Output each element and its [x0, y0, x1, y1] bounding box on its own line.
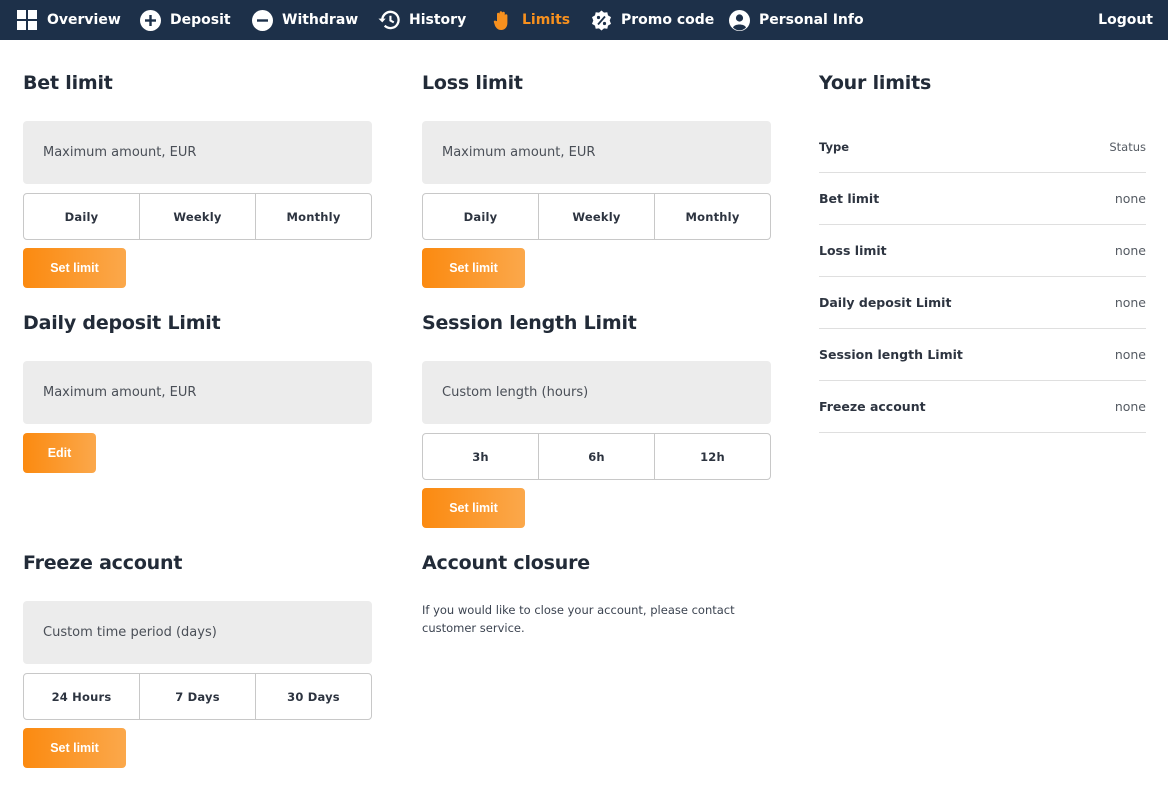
limits-table-row: Daily deposit Limit none [819, 277, 1146, 329]
nav-item-deposit[interactable]: Deposit [139, 0, 231, 40]
limits-table-row: Loss limit none [819, 225, 1146, 277]
deposit-limit-edit-button[interactable]: Edit [23, 433, 96, 473]
nav-item-limits[interactable]: Limits [491, 0, 570, 40]
nav-label: Withdraw [282, 12, 359, 28]
hand-icon [491, 9, 513, 31]
bet-limit-daily-option[interactable]: Daily [24, 194, 140, 239]
session-length-selector: 3h 6h 12h [422, 433, 771, 480]
limits-table-row: Bet limit none [819, 173, 1146, 225]
session-length-input[interactable] [422, 361, 771, 424]
session-limit-set-button[interactable]: Set limit [422, 488, 525, 528]
freeze-account-title: Freeze account [23, 552, 183, 574]
bet-limit-set-button[interactable]: Set limit [23, 248, 126, 288]
nav-label: Overview [47, 12, 121, 28]
freeze-set-button[interactable]: Set limit [23, 728, 126, 768]
nav-label: Deposit [170, 12, 231, 28]
limit-type: Daily deposit Limit [819, 295, 952, 310]
bet-limit-weekly-option[interactable]: Weekly [140, 194, 256, 239]
bet-limit-period-selector: Daily Weekly Monthly [23, 193, 372, 240]
limit-status: none [1114, 399, 1146, 414]
status-column-header: Status [1109, 139, 1146, 154]
plus-circle-icon [139, 9, 161, 31]
limit-type: Loss limit [819, 243, 887, 258]
freeze-period-selector: 24 Hours 7 Days 30 Days [23, 673, 372, 720]
type-column-header: Type [819, 139, 850, 154]
nav-item-overview[interactable]: Overview [16, 0, 121, 40]
limit-type: Freeze account [819, 399, 926, 414]
bet-limit-amount-input[interactable] [23, 121, 372, 184]
nav-label: Limits [522, 12, 571, 28]
loss-limit-title: Loss limit [422, 72, 523, 94]
your-limits-title: Your limits [819, 72, 932, 94]
session-6h-option[interactable]: 6h [539, 434, 655, 479]
loss-limit-monthly-option[interactable]: Monthly [655, 194, 770, 239]
loss-limit-set-button[interactable]: Set limit [422, 248, 525, 288]
promo-badge-icon [590, 9, 612, 31]
limit-status: none [1114, 191, 1146, 206]
nav-item-history[interactable]: History [378, 0, 466, 40]
freeze-days-input[interactable] [23, 601, 372, 664]
freeze-7-days-option[interactable]: 7 Days [140, 674, 256, 719]
nav-label: History [409, 12, 467, 28]
limits-table-row: Session length Limit none [819, 329, 1146, 381]
limit-status: none [1114, 347, 1146, 362]
top-nav: Overview Deposit Withdraw History Limits… [0, 0, 1168, 40]
limit-type: Session length Limit [819, 347, 963, 362]
limit-status: none [1114, 295, 1146, 310]
limits-table-header: Type Status [819, 121, 1146, 173]
minus-circle-icon [251, 9, 273, 31]
nav-item-personal-info[interactable]: Personal Info [728, 0, 864, 40]
limit-type: Bet limit [819, 191, 880, 206]
user-circle-icon [728, 9, 750, 31]
bet-limit-title: Bet limit [23, 72, 113, 94]
deposit-limit-title: Daily deposit Limit [23, 312, 221, 334]
limit-status: none [1114, 243, 1146, 258]
account-closure-title: Account closure [422, 552, 590, 574]
loss-limit-amount-input[interactable] [422, 121, 771, 184]
nav-label: Promo code [621, 12, 715, 28]
loss-limit-weekly-option[interactable]: Weekly [539, 194, 655, 239]
logout-link[interactable]: Logout [1098, 0, 1153, 40]
session-limit-title: Session length Limit [422, 312, 637, 334]
limits-table-row: Freeze account none [819, 381, 1146, 433]
freeze-24-hours-option[interactable]: 24 Hours [24, 674, 140, 719]
loss-limit-period-selector: Daily Weekly Monthly [422, 193, 771, 240]
history-clock-icon [378, 9, 400, 31]
loss-limit-daily-option[interactable]: Daily [423, 194, 539, 239]
deposit-limit-amount-input[interactable] [23, 361, 372, 424]
session-12h-option[interactable]: 12h [655, 434, 770, 479]
bet-limit-monthly-option[interactable]: Monthly [256, 194, 371, 239]
nav-item-withdraw[interactable]: Withdraw [251, 0, 358, 40]
account-closure-text: If you would like to close your account,… [422, 603, 735, 635]
nav-item-promo-code[interactable]: Promo code [590, 0, 714, 40]
nav-label: Personal Info [759, 12, 864, 28]
freeze-30-days-option[interactable]: 30 Days [256, 674, 371, 719]
grid-icon [16, 9, 38, 31]
session-3h-option[interactable]: 3h [423, 434, 539, 479]
